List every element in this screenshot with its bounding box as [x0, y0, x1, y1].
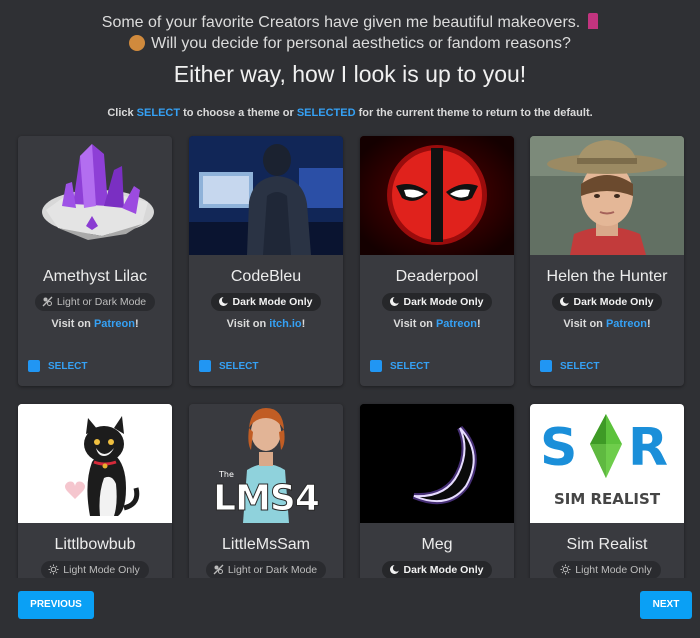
theme-name: Meg	[421, 536, 453, 553]
checkbox-icon	[540, 360, 552, 372]
visit-line: Visit on Patreon!	[393, 318, 481, 330]
theme-thumbnail	[360, 136, 514, 255]
theme-thumbnail: S R SIM REALIST	[530, 404, 684, 523]
theme-thumbnail	[18, 404, 172, 523]
checkbox-icon	[370, 360, 382, 372]
instructions: Click SELECT to choose a theme or SELECT…	[107, 107, 593, 119]
theme-card-codebleu: CodeBleu Dark Mode Only Visit on itch.io…	[189, 136, 343, 386]
creator-link[interactable]: itch.io	[269, 318, 301, 330]
mode-badge: Light or Dark Mode	[205, 561, 327, 579]
creator-link[interactable]: Patreon	[94, 318, 135, 330]
theme-name: Sim Realist	[566, 536, 648, 553]
dark-mode-icon	[389, 296, 400, 307]
checkbox-icon	[199, 360, 211, 372]
intro-header: Some of your favorite Creators have give…	[0, 0, 700, 119]
theme-name: Deaderpool	[395, 268, 479, 285]
visit-line: Visit on Patreon!	[563, 318, 651, 330]
creator-link[interactable]: Patreon	[436, 318, 477, 330]
theme-card-helen-the-hunter: Helen the Hunter Dark Mode Only Visit on…	[530, 136, 684, 386]
lipstick-icon	[588, 13, 599, 29]
creator-link[interactable]: Patreon	[606, 318, 647, 330]
theme-thumbnail	[18, 136, 172, 255]
intro-headline: Either way, how I look is up to you!	[173, 61, 527, 87]
mode-badge: Dark Mode Only	[210, 293, 322, 311]
thinking-face-icon	[129, 35, 146, 51]
cat-illustration-image	[18, 404, 172, 523]
mode-badge: Light or Dark Mode	[34, 293, 156, 311]
dark-mode-icon	[218, 296, 229, 307]
theme-name: Littlbowbub	[54, 536, 136, 553]
mode-badge: Dark Mode Only	[551, 293, 663, 311]
sun-icon	[48, 564, 59, 575]
theme-thumbnail	[360, 404, 514, 523]
intro-line-2: Will you decide for personal aesthetics …	[151, 35, 571, 52]
theme-name: CodeBleu	[230, 268, 302, 285]
mode-badge: Light Mode Only	[41, 561, 149, 579]
select-button[interactable]: SELECT	[28, 360, 87, 372]
deadpool-logo-icon	[360, 136, 514, 255]
dark-mode-icon	[559, 296, 570, 307]
theme-name: LittleMsSam	[221, 536, 311, 553]
mode-badge: Dark Mode Only	[381, 293, 493, 311]
sim-realist-logo-s: S	[540, 418, 578, 478]
theme-thumbnail	[530, 136, 684, 255]
intro-line-1: Some of your favorite Creators have give…	[101, 14, 581, 31]
theme-card-deaderpool: Deaderpool Dark Mode Only Visit on Patre…	[360, 136, 514, 386]
dark-mode-icon	[389, 564, 400, 575]
previous-button[interactable]: PREVIOUS	[18, 591, 94, 619]
plumbob-icon	[590, 414, 622, 478]
coder-at-desk-image	[189, 136, 343, 255]
checkbox-icon	[28, 360, 40, 372]
sim-realist-logo-sub: SIM REALIST	[553, 490, 661, 508]
theme-card-amethyst-lilac: Amethyst Lilac Light or Dark Mode Visit …	[18, 136, 172, 386]
footer-bar: PREVIOUS NEXT	[0, 578, 700, 638]
select-button[interactable]: SELECT	[370, 360, 429, 372]
theme-name: Helen the Hunter	[546, 268, 668, 285]
light-dark-mode-icon	[213, 564, 224, 575]
helen-portrait-image	[530, 136, 684, 255]
visit-line: Visit on itch.io!	[226, 318, 306, 330]
theme-thumbnail: The LMS4	[189, 404, 343, 523]
mode-badge: Dark Mode Only	[381, 561, 493, 579]
sim-realist-logo-r: R	[628, 418, 669, 478]
theme-thumbnail	[189, 136, 343, 255]
mode-badge: Light Mode Only	[553, 561, 661, 579]
visit-line: Visit on Patreon!	[51, 318, 139, 330]
select-button[interactable]: SELECT	[199, 360, 258, 372]
lms4-logo-text: LMS4	[213, 478, 321, 520]
theme-name: Amethyst Lilac	[42, 268, 148, 285]
instr-select-keyword: SELECT	[136, 107, 181, 119]
crescent-moon-icon	[360, 404, 514, 523]
light-dark-mode-icon	[42, 296, 53, 307]
select-button[interactable]: SELECT	[540, 360, 599, 372]
sun-icon	[560, 564, 571, 575]
instr-selected-keyword: SELECTED	[296, 107, 356, 119]
next-button[interactable]: NEXT	[640, 591, 692, 619]
amethyst-crystal-icon	[42, 144, 154, 240]
